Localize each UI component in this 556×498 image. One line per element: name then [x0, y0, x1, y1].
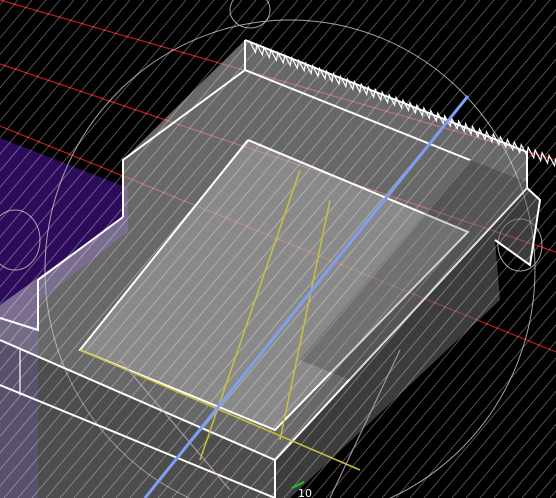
viewport-canvas[interactable]: 10: [0, 0, 556, 498]
hatch-line: [549, 490, 556, 498]
measure-readout: 10: [298, 487, 312, 498]
3d-viewport[interactable]: 10: [0, 0, 556, 498]
